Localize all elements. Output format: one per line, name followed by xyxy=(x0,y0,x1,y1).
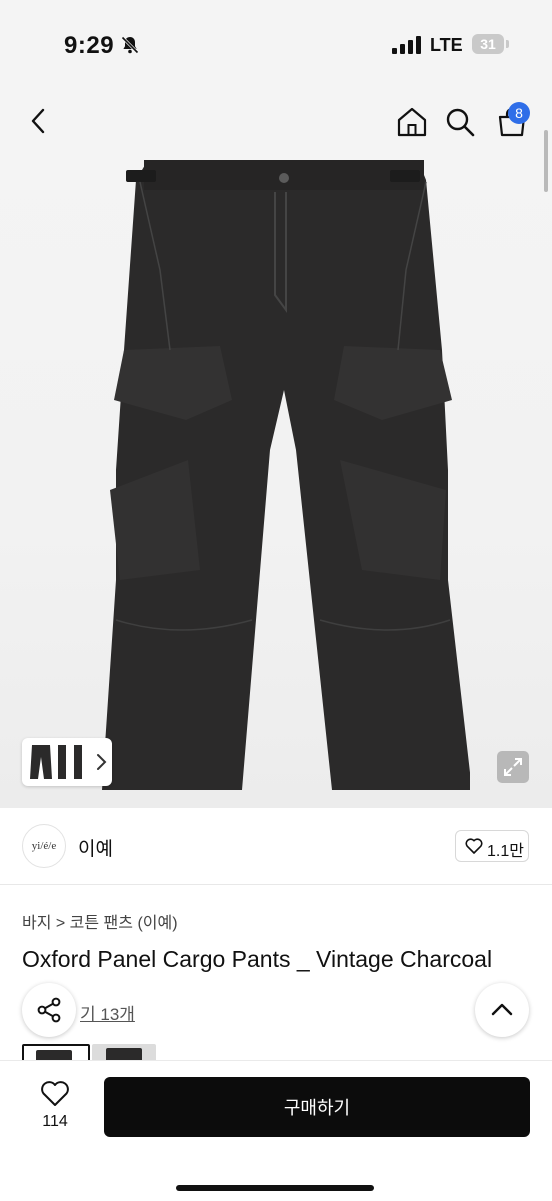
product-photo xyxy=(102,160,470,790)
share-button[interactable] xyxy=(22,983,76,1037)
wish-count: 114 xyxy=(42,1113,68,1130)
brand-like-count: 1.1만 xyxy=(487,843,524,860)
battery-tip xyxy=(506,40,509,48)
review-link[interactable]: 기 13개 xyxy=(80,1000,135,1025)
share-icon xyxy=(37,997,61,1023)
network-label: LTE xyxy=(430,35,463,55)
scroll-indicator xyxy=(544,130,548,192)
product-image-gallery[interactable]: 8 xyxy=(0,90,552,808)
chevron-right-icon xyxy=(97,754,107,770)
thumbnail-image xyxy=(30,745,82,779)
buy-button[interactable]: 구매하기 xyxy=(104,1077,530,1137)
bottom-purchase-bar: 114 구매하기 xyxy=(0,1060,552,1201)
search-icon[interactable] xyxy=(444,106,476,138)
breadcrumb[interactable]: 바지 > 코튼 팬츠 (이예) xyxy=(22,909,178,933)
status-bar: 9:29 LTE 31 xyxy=(0,0,552,90)
heart-icon[interactable] xyxy=(40,1079,70,1107)
product-title: Oxford Panel Cargo Pants _ Vintage Charc… xyxy=(22,946,493,972)
signal-icon xyxy=(392,36,421,54)
gallery-thumbnail-strip[interactable] xyxy=(22,738,112,786)
home-icon[interactable] xyxy=(396,106,428,138)
brand-name[interactable]: 이예 xyxy=(78,834,113,861)
status-time: 9:29 xyxy=(64,32,115,59)
home-indicator xyxy=(176,1185,374,1191)
heart-icon xyxy=(465,838,483,854)
battery-icon: 31 xyxy=(472,34,504,54)
bell-muted-icon xyxy=(121,36,139,54)
brand-like-button[interactable]: 1.1만 xyxy=(455,830,529,862)
expand-button[interactable] xyxy=(497,751,529,783)
back-icon[interactable] xyxy=(24,106,54,136)
chevron-up-icon xyxy=(491,1003,513,1016)
expand-icon xyxy=(504,758,522,776)
cart-count-badge: 8 xyxy=(508,102,530,124)
brand-row[interactable]: yi/é/e 이예 1.1만 xyxy=(0,808,552,885)
scroll-to-top-button[interactable] xyxy=(475,983,529,1037)
brand-logo[interactable]: yi/é/e xyxy=(22,824,66,868)
